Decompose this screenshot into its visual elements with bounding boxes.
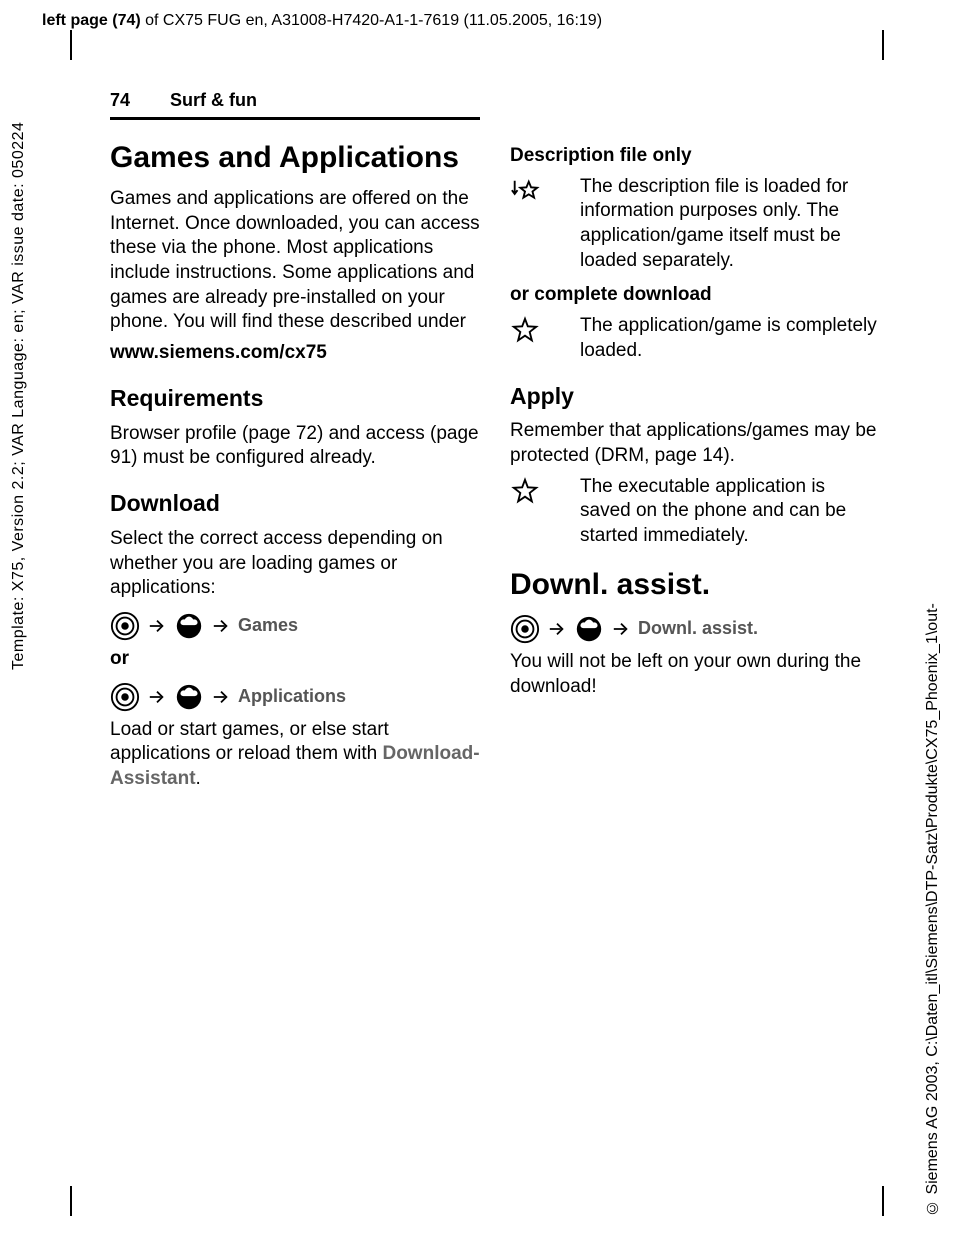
- requirements-paragraph: Browser profile (page 72) and access (pa…: [110, 422, 480, 471]
- doc-info-bold: left page (74): [42, 12, 141, 29]
- arrow-right-icon: [148, 688, 166, 706]
- period: .: [196, 768, 201, 789]
- section-title: Surf & fun: [170, 90, 257, 111]
- heading-requirements: Requirements: [110, 384, 480, 414]
- def-apply: The executable application is saved on t…: [510, 475, 880, 549]
- heading-apply: Apply: [510, 382, 880, 412]
- downl-assist-paragraph: You will not be left on your own during …: [510, 650, 880, 699]
- template-side-text: Template: X75, Version 2.2; VAR Language…: [10, 30, 30, 670]
- nav-path-games: Games: [110, 611, 480, 641]
- surf-fun-menu-icon: [174, 611, 204, 641]
- page-number: 74: [110, 90, 130, 111]
- doc-info-line: left page (74) of CX75 FUG en, A31008-H7…: [42, 12, 602, 30]
- or-label: or: [110, 647, 480, 672]
- heading-downl-assist: Downl. assist.: [510, 565, 880, 604]
- nav-label-games: Games: [238, 614, 298, 637]
- running-head: 74 Surf & fun: [110, 90, 480, 120]
- def-complete-download: The application/game is completely loade…: [510, 314, 880, 363]
- center-key-icon: [110, 682, 140, 712]
- crop-mark: [70, 1186, 90, 1216]
- download-star-icon: [510, 177, 540, 207]
- arrow-right-icon: [148, 617, 166, 635]
- subhead-description-file: Description file only: [510, 144, 880, 169]
- nav-label-downl-assist: Downl. assist.: [638, 617, 758, 640]
- center-key-icon: [510, 614, 540, 644]
- heading-games-apps: Games and Applications: [110, 138, 480, 177]
- apply-paragraph: Remember that applications/games may be …: [510, 419, 880, 468]
- star-outline-icon: [510, 477, 540, 507]
- apply-def-text: The executable application is saved on t…: [580, 475, 880, 549]
- center-key-icon: [110, 611, 140, 641]
- page-body: 74 Surf & fun Games and Applications Gam…: [110, 90, 890, 798]
- arrow-right-icon: [212, 688, 230, 706]
- surf-fun-menu-icon: [174, 682, 204, 712]
- arrow-right-icon: [612, 620, 630, 638]
- nav-path-downl-assist: Downl. assist.: [510, 614, 880, 644]
- arrow-right-icon: [548, 620, 566, 638]
- crop-mark: [864, 1186, 884, 1216]
- download-paragraph: Select the correct access depending on w…: [110, 527, 480, 601]
- arrow-right-icon: [212, 617, 230, 635]
- star-outline-icon: [510, 316, 540, 346]
- nav-path-applications: Applications: [110, 682, 480, 712]
- crop-mark: [864, 30, 884, 60]
- complete-download-text: The application/game is completely loade…: [580, 314, 880, 363]
- crop-mark: [70, 30, 90, 60]
- siemens-url: www.siemens.com/cx75: [110, 341, 480, 366]
- nav-label-applications: Applications: [238, 685, 346, 708]
- left-column: Games and Applications Games and applica…: [110, 138, 480, 798]
- load-paragraph-text: Load or start games, or else start appli…: [110, 719, 389, 765]
- subhead-complete-download: or complete download: [510, 283, 880, 308]
- load-paragraph: Load or start games, or else start appli…: [110, 718, 480, 792]
- intro-paragraph: Games and applications are offered on th…: [110, 187, 480, 335]
- right-column: Description file only The description fi…: [510, 138, 880, 798]
- heading-download: Download: [110, 489, 480, 519]
- surf-fun-menu-icon: [574, 614, 604, 644]
- doc-info-rest: of CX75 FUG en, A31008-H7420-A1-1-7619 (…: [141, 12, 602, 29]
- def-description-file: The description file is loaded for infor…: [510, 175, 880, 274]
- description-file-text: The description file is loaded for infor…: [580, 175, 880, 274]
- copyright-side-text: © Siemens AG 2003, C:\Daten_itl\Siemens\…: [924, 456, 944, 1216]
